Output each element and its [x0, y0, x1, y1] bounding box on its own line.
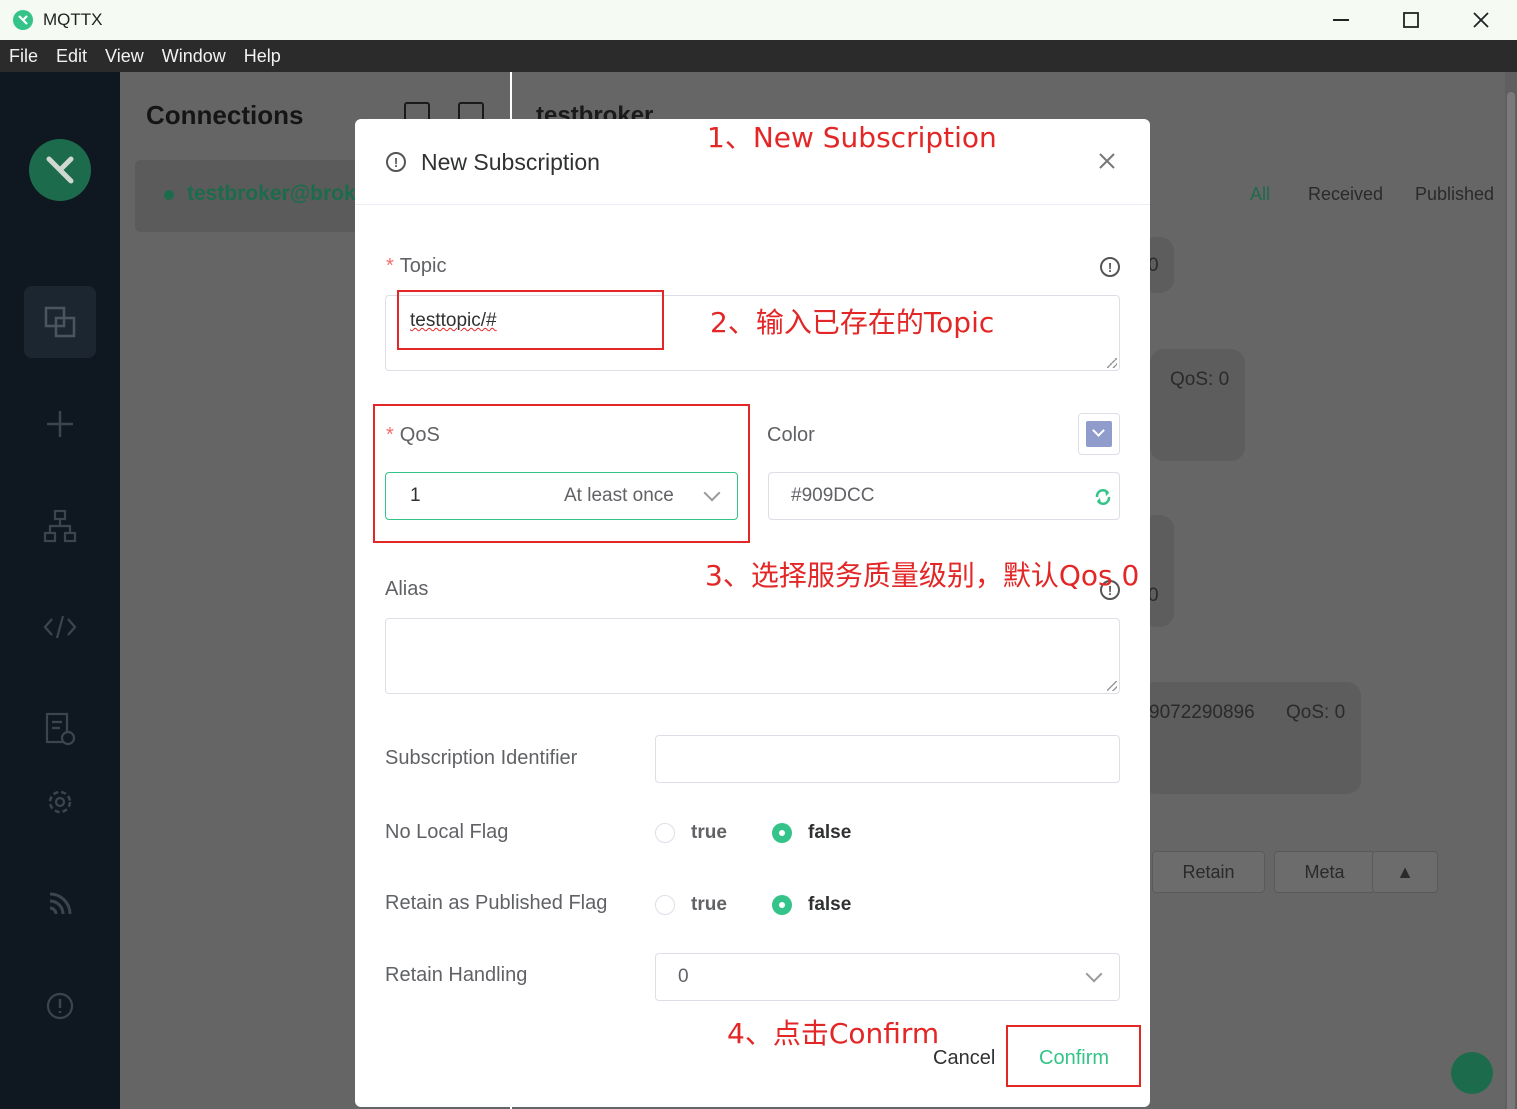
- bubble-text: 9072290896: [1149, 702, 1255, 723]
- retain-as-published-label: Retain as Published Flag: [385, 892, 608, 914]
- message-bubble: QoS: 0: [1150, 349, 1245, 461]
- dialog-title: New Subscription: [421, 149, 600, 175]
- connection-name: testbroker@broke: [187, 182, 368, 205]
- annotation-qos-box: [373, 404, 750, 543]
- annotation-step1: 1、New Subscription: [707, 121, 997, 154]
- connections-title: Connections: [146, 100, 304, 130]
- chevron-down-icon: [1085, 965, 1103, 983]
- close-window-button[interactable]: [1446, 0, 1516, 40]
- color-label: Color: [767, 424, 815, 446]
- menu-view[interactable]: View: [96, 46, 153, 67]
- retain-label: Retain: [1182, 861, 1235, 882]
- scrollbar-thumb[interactable]: [1507, 92, 1515, 1109]
- color-value: #909DCC: [791, 485, 875, 506]
- chevron-down-icon: [1092, 424, 1105, 437]
- subscribe-feed-icon[interactable]: [24, 868, 96, 940]
- menu-bar: File Edit View Window Help: [0, 40, 1517, 72]
- color-picker-button[interactable]: [1078, 413, 1120, 455]
- retain-as-published-false-label[interactable]: false: [808, 894, 851, 916]
- annotation-step4: 4、点击Confirm: [727, 1017, 940, 1050]
- info-circle-icon: !: [386, 152, 406, 172]
- retain-as-published-true-label[interactable]: true: [691, 894, 727, 916]
- settings-gear-icon[interactable]: [24, 766, 96, 838]
- window-title: MQTTX: [43, 10, 103, 29]
- log-file-icon[interactable]: [24, 693, 96, 765]
- menu-file[interactable]: File: [0, 46, 47, 67]
- left-sidebar: [0, 72, 120, 1109]
- mqttx-logo-icon: [13, 10, 33, 30]
- menu-help[interactable]: Help: [235, 46, 290, 67]
- app-logo-icon: [29, 139, 91, 201]
- topic-label-text: Topic: [399, 255, 447, 277]
- retain-handling-label: Retain Handling: [385, 964, 528, 986]
- topology-icon[interactable]: [24, 490, 96, 562]
- no-local-true-label[interactable]: true: [691, 822, 727, 844]
- connected-status-dot: [164, 190, 174, 200]
- alias-input[interactable]: [385, 618, 1120, 694]
- title-bar: MQTTX: [0, 0, 1517, 40]
- about-info-icon[interactable]: [24, 970, 96, 1042]
- retain-as-published-true-radio[interactable]: [655, 895, 675, 915]
- retain-handling-value: 0: [678, 966, 689, 987]
- connections-nav-icon[interactable]: [24, 286, 96, 358]
- menu-edit[interactable]: Edit: [47, 46, 96, 67]
- resize-handle-icon[interactable]: [1107, 681, 1117, 691]
- message-bubble: 9072290896 QoS: 0: [1142, 682, 1361, 794]
- meta-button[interactable]: Meta: [1274, 851, 1375, 893]
- topic-help-icon[interactable]: !: [1100, 257, 1120, 277]
- subscription-identifier-label: Subscription Identifier: [385, 747, 578, 769]
- bubble-text: QoS: 0: [1286, 702, 1346, 723]
- tab-received[interactable]: Received: [1308, 184, 1383, 205]
- no-local-false-label[interactable]: false: [808, 822, 851, 844]
- refresh-color-icon[interactable]: [1094, 488, 1112, 511]
- annotation-topic-box: [397, 290, 664, 350]
- no-local-false-radio[interactable]: [772, 823, 792, 843]
- topic-label: * Topic: [386, 255, 447, 277]
- retain-toggle[interactable]: Retain: [1152, 851, 1265, 893]
- minimize-button[interactable]: [1306, 0, 1376, 40]
- menu-window[interactable]: Window: [153, 46, 235, 67]
- resize-handle-icon[interactable]: [1107, 358, 1117, 368]
- send-message-button[interactable]: [1451, 1052, 1493, 1094]
- color-input[interactable]: #909DCC: [768, 472, 1120, 520]
- meta-label: Meta: [1304, 861, 1345, 882]
- no-local-flag-label: No Local Flag: [385, 821, 509, 843]
- annotation-step2: 2、输入已存在的Topic: [710, 306, 995, 339]
- bubble-text: QoS: 0: [1170, 369, 1230, 390]
- color-swatch: [1086, 421, 1112, 447]
- tab-published[interactable]: Published: [1415, 184, 1494, 205]
- maximize-button[interactable]: [1376, 0, 1446, 40]
- retain-handling-select[interactable]: 0: [655, 953, 1120, 1001]
- new-subscription-dialog: ! New Subscription * Topic ! testtopic/# …: [355, 119, 1150, 1107]
- subscription-identifier-input[interactable]: [655, 735, 1120, 783]
- script-code-icon[interactable]: [24, 591, 96, 663]
- alias-label: Alias: [385, 578, 429, 600]
- dialog-close-icon[interactable]: [1095, 149, 1119, 173]
- expand-up-button[interactable]: ▲: [1372, 851, 1438, 893]
- no-local-true-radio[interactable]: [655, 823, 675, 843]
- retain-as-published-false-radio[interactable]: [772, 895, 792, 915]
- new-connection-plus-icon[interactable]: [24, 388, 96, 460]
- annotation-confirm-box: [1006, 1025, 1141, 1087]
- window-scrollbar[interactable]: [1505, 72, 1517, 1109]
- annotation-step3: 3、选择服务质量级别，默认Qos 0: [705, 559, 1140, 592]
- tab-all[interactable]: All: [1250, 184, 1270, 205]
- cancel-button[interactable]: Cancel: [933, 1047, 995, 1070]
